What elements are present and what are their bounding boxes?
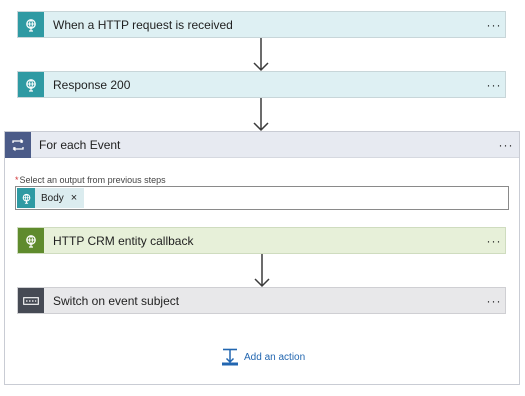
crm-callback-title: HTTP CRM entity callback (53, 233, 194, 248)
loop-icon (5, 131, 31, 158)
http-request-icon (18, 12, 44, 37)
crm-callback-card[interactable]: HTTP CRM entity callback ··· (17, 227, 506, 254)
switch-card[interactable]: Switch on event subject ··· (17, 287, 506, 314)
response-title: Response 200 (53, 77, 131, 92)
trigger-card[interactable]: When a HTTP request is received ··· (17, 11, 506, 38)
foreach-scope: For each Event ··· *Select an output fro… (4, 131, 520, 385)
required-marker: * (15, 175, 19, 185)
switch-title: Switch on event subject (53, 293, 180, 308)
connector-arrow-icon (253, 98, 269, 132)
response-more-button[interactable]: ··· (483, 78, 505, 92)
body-token[interactable]: Body × (17, 188, 85, 208)
response-card[interactable]: Response 200 ··· (17, 71, 506, 98)
remove-token-button[interactable]: × (64, 192, 77, 204)
output-field-label-text: Select an output from previous steps (19, 175, 166, 185)
foreach-more-button[interactable]: ··· (493, 138, 519, 152)
http-crm-icon (18, 228, 44, 253)
connector-arrow-icon (254, 254, 270, 288)
output-field-label: *Select an output from previous steps (15, 175, 166, 185)
connector-arrow-icon (253, 38, 269, 72)
foreach-title: For each Event (39, 137, 121, 152)
http-token-icon (17, 188, 35, 208)
add-action-label: Add an action (244, 351, 306, 363)
add-action-button[interactable]: Add an action (221, 348, 305, 366)
body-token-label: Body (41, 192, 64, 204)
trigger-more-button[interactable]: ··· (483, 18, 505, 32)
output-select-input[interactable]: Body × (15, 186, 509, 210)
switch-more-button[interactable]: ··· (483, 294, 505, 308)
add-action-icon (222, 348, 238, 366)
foreach-header[interactable]: For each Event ··· (5, 131, 519, 158)
trigger-title: When a HTTP request is received (53, 17, 233, 32)
http-response-icon (18, 72, 44, 97)
switch-icon (18, 288, 44, 313)
crm-callback-more-button[interactable]: ··· (483, 234, 505, 248)
